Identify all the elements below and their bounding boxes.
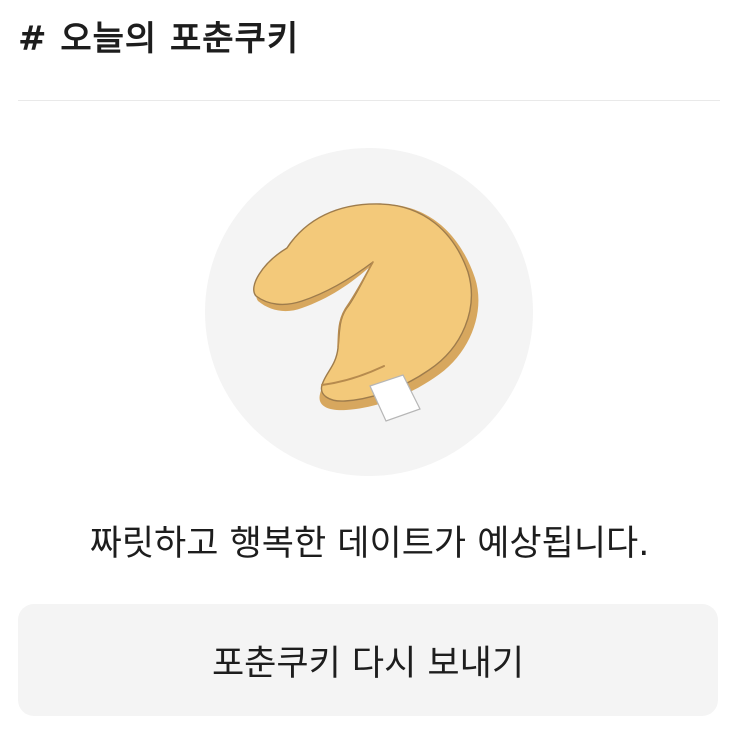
resend-fortune-cookie-button[interactable]: 포춘쿠키 다시 보내기 xyxy=(18,604,718,716)
page-title: # 오늘의 포춘쿠키 xyxy=(18,19,300,59)
fortune-message: 짜릿하고 행복한 데이트가 예상됩니다. xyxy=(89,524,650,564)
fortune-cookie-icon xyxy=(205,148,533,476)
header-divider xyxy=(18,100,720,101)
fortune-cookie-illustration xyxy=(205,148,533,476)
